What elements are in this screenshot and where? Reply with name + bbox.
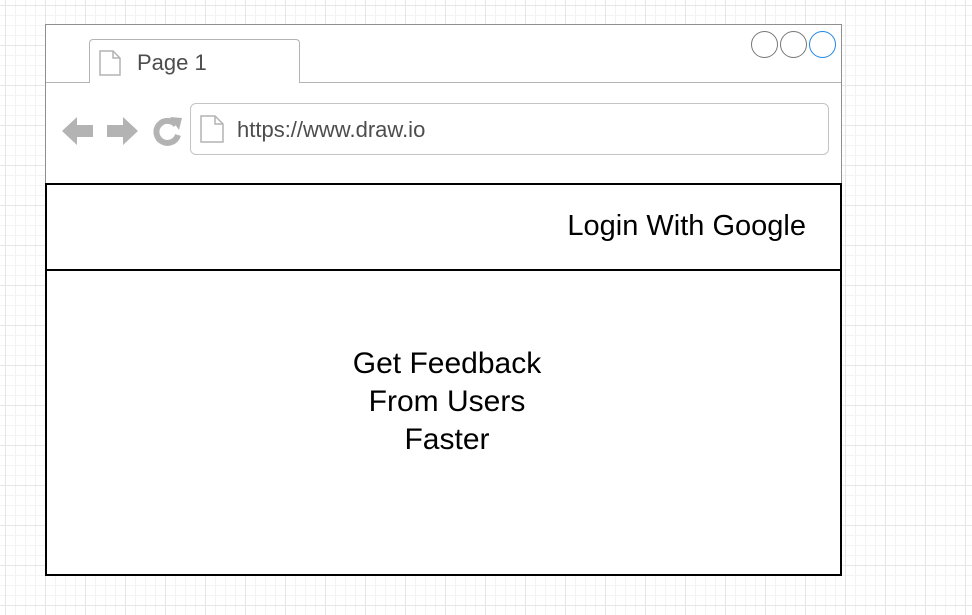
url-text: https://www.draw.io xyxy=(237,117,426,142)
document-icon xyxy=(200,115,224,143)
refresh-icon[interactable] xyxy=(150,114,184,148)
tab-label: Page 1 xyxy=(137,50,207,75)
window-controls xyxy=(751,31,836,58)
minimize-circle-icon[interactable] xyxy=(751,31,778,58)
page-header: Login With Google xyxy=(45,183,842,271)
navigation-buttons xyxy=(60,113,184,149)
document-icon xyxy=(99,50,121,76)
browser-window: Page 1 https://www.draw.io Login With Go… xyxy=(45,24,842,576)
hero-line: From Users xyxy=(368,385,526,418)
hero-line: Faster xyxy=(404,423,490,456)
maximize-circle-icon[interactable] xyxy=(780,31,807,58)
back-arrow-icon[interactable] xyxy=(60,113,96,149)
tab-page-1[interactable]: Page 1 xyxy=(89,39,300,83)
main-content: Get Feedback From Users Faster xyxy=(45,269,842,576)
hero-text: Get Feedback From Users Faster xyxy=(317,345,577,459)
close-circle-icon[interactable] xyxy=(809,31,836,58)
address-bar[interactable]: https://www.draw.io xyxy=(190,103,829,155)
forward-arrow-icon[interactable] xyxy=(104,113,140,149)
login-with-google-link[interactable]: Login With Google xyxy=(567,210,806,243)
hero-line: Get Feedback xyxy=(352,347,542,380)
